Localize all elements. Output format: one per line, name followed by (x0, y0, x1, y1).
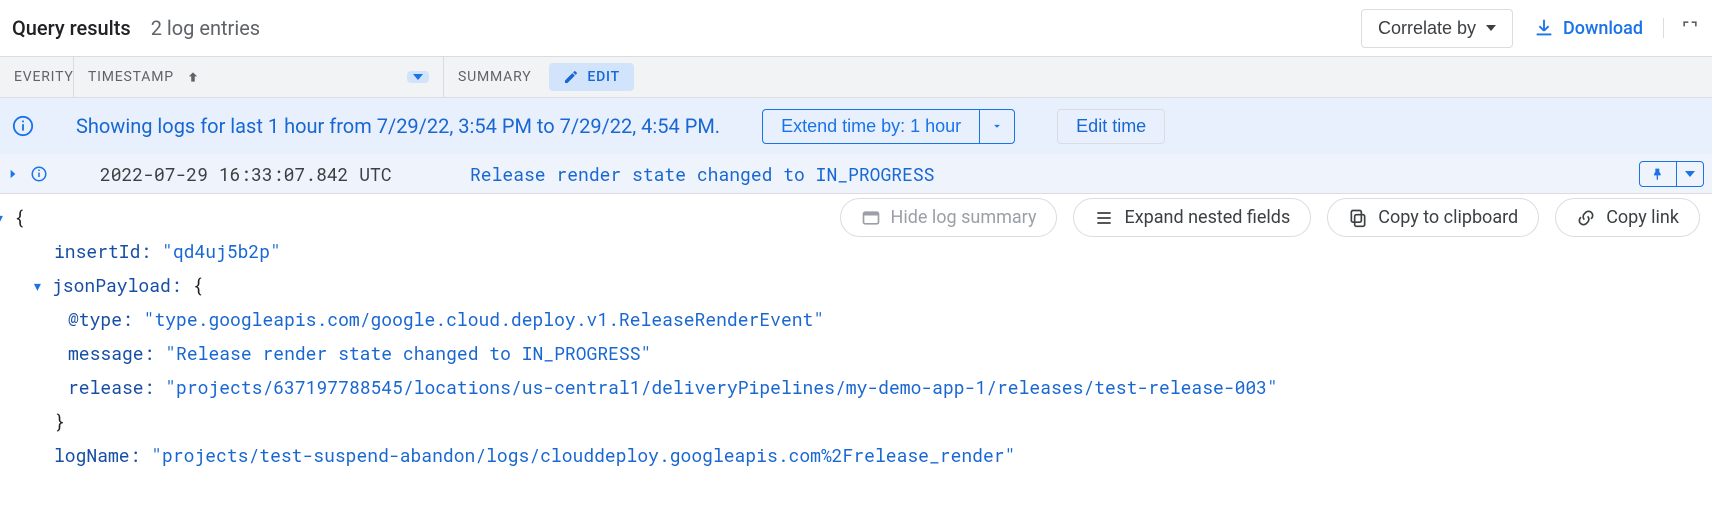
extend-time-dropdown[interactable] (979, 110, 1014, 143)
severity-info-icon (26, 165, 58, 183)
pencil-icon (563, 69, 579, 85)
download-label: Download (1563, 18, 1643, 39)
chevron-down-icon (1486, 25, 1496, 31)
caret-down-icon[interactable]: ▾ (32, 268, 52, 302)
pin-group (1639, 161, 1704, 187)
download-icon (1533, 17, 1555, 39)
extend-time-button[interactable]: Extend time by: 1 hour (763, 110, 979, 143)
pin-icon (1650, 166, 1666, 182)
expand-icon[interactable] (0, 167, 26, 181)
header-bar: Query results 2 log entries Correlate by… (0, 0, 1712, 56)
columns-header: EVERITY TIMESTAMP SUMMARY EDIT (0, 56, 1712, 98)
edit-time-button[interactable]: Edit time (1057, 109, 1165, 144)
copy-clipboard-button[interactable]: Copy to clipboard (1327, 198, 1539, 237)
json-line: release: "projects/637197788545/location… (0, 370, 1712, 404)
json-line: insertId: "qd4uj5b2p" (0, 234, 1712, 268)
download-button[interactable]: Download (1533, 17, 1643, 39)
header-right: Correlate by Download (1361, 9, 1700, 48)
log-summary: Release render state changed to IN_PROGR… (468, 162, 1639, 186)
json-actions: Hide log summary Expand nested fields Co… (840, 198, 1700, 237)
json-line: message: "Release render state changed t… (0, 336, 1712, 370)
pin-button[interactable] (1640, 162, 1676, 186)
time-range-text: Showing logs for last 1 hour from 7/29/2… (76, 114, 720, 138)
panel-icon (861, 208, 881, 228)
chevron-down-icon (1685, 171, 1695, 177)
info-icon (12, 115, 34, 137)
correlate-by-button[interactable]: Correlate by (1361, 9, 1513, 48)
col-summary: SUMMARY (444, 57, 549, 97)
link-icon (1576, 208, 1596, 228)
correlate-label: Correlate by (1378, 18, 1476, 39)
pin-dropdown[interactable] (1676, 162, 1703, 186)
json-line: ▾jsonPayload: { (0, 268, 1712, 302)
json-line: } (0, 404, 1712, 438)
arrow-up-icon (186, 70, 200, 84)
edit-summary-button[interactable]: EDIT (549, 63, 634, 91)
chevron-down-icon (413, 74, 423, 80)
extend-time-group: Extend time by: 1 hour (762, 109, 1015, 144)
json-payload-area: Hide log summary Expand nested fields Co… (0, 194, 1712, 472)
caret-down-icon[interactable]: ▾ (0, 200, 14, 234)
page-title: Query results (12, 16, 131, 40)
json-line: @type: "type.googleapis.com/google.cloud… (0, 302, 1712, 336)
list-icon (1094, 208, 1114, 228)
timestamp-dropdown[interactable] (407, 71, 429, 83)
copy-icon (1348, 208, 1368, 228)
log-timestamp: 2022-07-29 16:33:07.842 UTC (58, 162, 468, 186)
log-entry-row[interactable]: 2022-07-29 16:33:07.842 UTC Release rend… (0, 154, 1712, 194)
info-bar: Showing logs for last 1 hour from 7/29/2… (0, 98, 1712, 154)
hide-log-summary-button: Hide log summary (840, 198, 1058, 237)
copy-link-button[interactable]: Copy link (1555, 198, 1700, 237)
fullscreen-icon[interactable] (1663, 18, 1700, 38)
col-severity[interactable]: EVERITY (0, 57, 74, 97)
expand-nested-button[interactable]: Expand nested fields (1073, 198, 1311, 237)
chevron-down-icon (990, 119, 1004, 133)
log-count: 2 log entries (151, 16, 260, 40)
header-left: Query results 2 log entries (12, 16, 260, 40)
json-line: logName: "projects/test-suspend-abandon/… (0, 438, 1712, 472)
col-timestamp[interactable]: TIMESTAMP (74, 57, 444, 97)
